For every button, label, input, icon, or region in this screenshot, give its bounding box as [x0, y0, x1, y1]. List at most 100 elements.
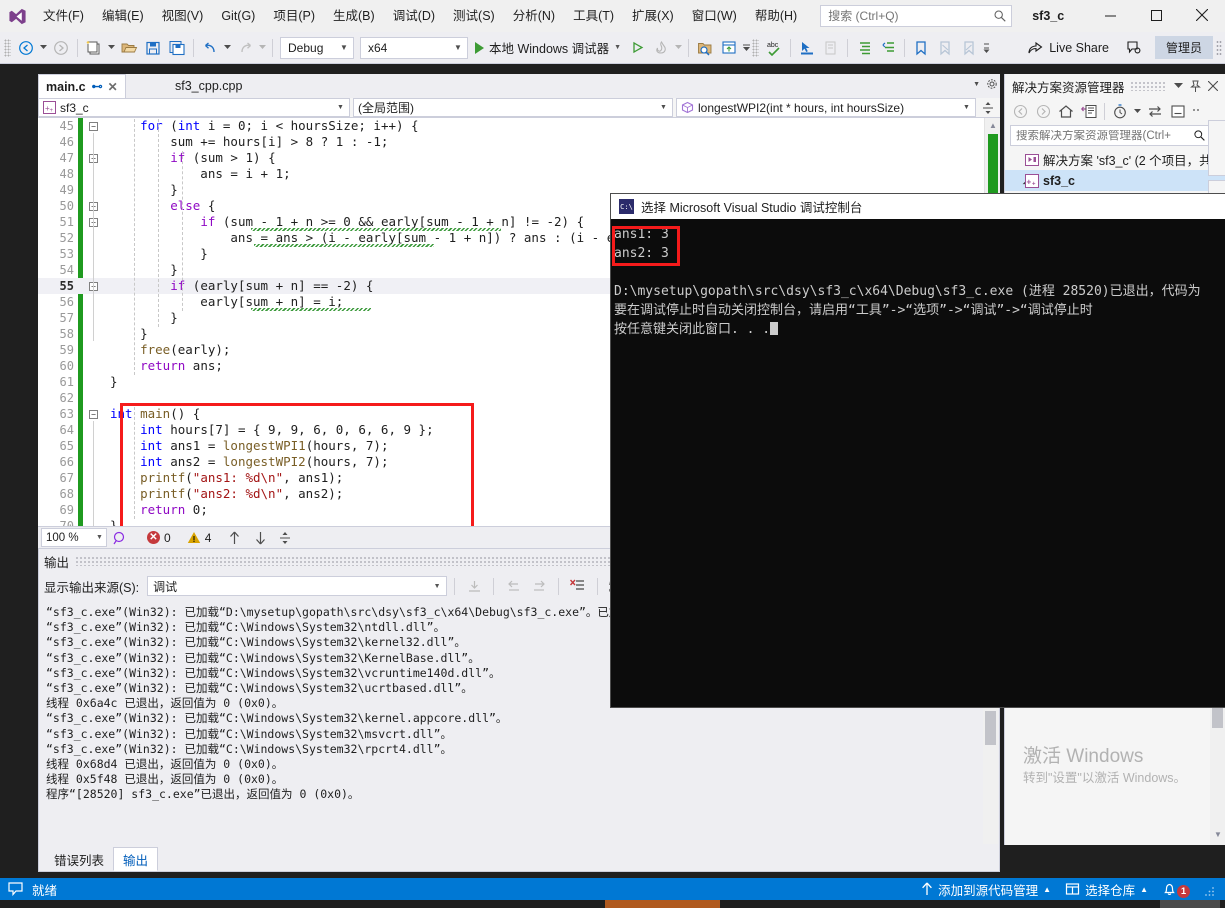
scroll-down-icon[interactable]: ▼ [1214, 830, 1222, 839]
toolbar-grip[interactable] [4, 38, 11, 57]
next-issue-button[interactable] [247, 531, 273, 545]
menu-item-tools[interactable]: 工具(T) [564, 4, 623, 28]
new-project-dropdown[interactable] [106, 45, 117, 50]
solution-explorer-dropdown-button[interactable] [1170, 76, 1187, 96]
solution-search-input[interactable] [1016, 129, 1194, 142]
menu-item-help[interactable]: 帮助(H) [746, 4, 806, 28]
close-button[interactable] [1179, 0, 1225, 30]
solution-explorer-refresh-button[interactable] [1144, 100, 1166, 122]
split-handle[interactable] [279, 531, 291, 545]
save-all-button[interactable] [165, 36, 189, 60]
solution-explorer-row-project[interactable]: ◢ + + sf3_c [1005, 170, 1225, 191]
code-line[interactable]: 47 if (sum > 1) { [38, 150, 1000, 166]
start-debugging-button[interactable]: 本地 Windows 调试器 ▼ [471, 36, 625, 60]
redo-button[interactable] [233, 36, 257, 60]
previous-issue-button[interactable] [221, 531, 247, 545]
previous-bookmark-button[interactable] [933, 36, 957, 60]
menu-item-edit[interactable]: 编辑(E) [93, 4, 153, 28]
menu-item-build[interactable]: 生成(B) [324, 4, 384, 28]
decrease-indent-button[interactable] [876, 36, 900, 60]
navigate-back-button[interactable] [14, 36, 38, 60]
attach-process-button[interactable] [625, 36, 649, 60]
error-count-indicator[interactable]: ✕ 0 [147, 531, 171, 545]
search-input[interactable] [828, 9, 994, 23]
window-layout-button[interactable] [717, 36, 741, 60]
solution-explorer-home-button[interactable] [1055, 100, 1077, 122]
maximize-button[interactable] [1133, 0, 1179, 30]
solution-explorer-close-button[interactable] [1204, 76, 1221, 96]
toolbar-overflow-grip[interactable] [1216, 39, 1222, 56]
chevron-down-icon[interactable]: ▼ [973, 81, 980, 88]
solution-configuration-combo[interactable]: Debug ▼ [280, 36, 354, 59]
project-selector-combo[interactable]: + + sf3_c ▼ [38, 98, 350, 117]
member-selector-combo[interactable]: longestWPI2(int * hours, int hoursSize) … [676, 98, 976, 117]
editor-tab-main-c[interactable]: main.c ⊷ ✕ [38, 74, 126, 98]
hot-reload-dropdown[interactable] [673, 45, 684, 50]
editor-tab-sf3-cpp[interactable]: sf3_cpp.cpp [168, 74, 250, 98]
split-editor-button[interactable] [979, 101, 997, 115]
add-to-source-control-button[interactable]: 添加到源代码管理 ▲ [921, 880, 1051, 899]
menu-item-analyze[interactable]: 分析(N) [504, 4, 564, 28]
navigate-back-dropdown[interactable] [38, 45, 49, 50]
scope-selector-combo[interactable]: (全局范围) ▼ [353, 98, 673, 117]
increase-indent-button[interactable] [852, 36, 876, 60]
window-layout-dropdown[interactable] [741, 43, 752, 52]
toggle-bookmark-button[interactable] [909, 36, 933, 60]
dock-tab-error-list[interactable]: 错误列表 [45, 847, 113, 871]
output-source-combo[interactable]: 调试 ▼ [147, 576, 448, 596]
code-line[interactable]: 48 ans = i + 1; [38, 166, 1000, 182]
solution-explorer-search-box[interactable]: ▼ [1010, 125, 1220, 146]
taskbar-item[interactable] [1160, 900, 1220, 908]
menu-item-view[interactable]: 视图(V) [153, 4, 213, 28]
code-line[interactable]: 46 sum += hours[i] > 8 ? 1 : -1; [38, 134, 1000, 150]
scrollbar-thumb[interactable] [985, 711, 996, 745]
notifications-button[interactable]: 1 [1162, 880, 1190, 898]
select-pointer-button[interactable] [795, 36, 819, 60]
clear-all-button[interactable] [566, 575, 590, 597]
pending-changes-dropdown[interactable] [1132, 100, 1143, 122]
quick-search-box[interactable] [820, 5, 1013, 27]
solution-platform-combo[interactable]: x64 ▼ [360, 36, 468, 59]
solution-explorer-overflow-button[interactable] [1190, 100, 1204, 122]
live-share-button[interactable]: Live Share [1021, 36, 1115, 60]
dock-tab-output[interactable]: 输出 [113, 847, 159, 871]
scrollbar-thumb[interactable] [988, 134, 998, 200]
expand-twisty-icon[interactable]: ◢ [1011, 176, 1029, 185]
scroll-up-icon[interactable]: ▲ [985, 118, 1000, 132]
menu-item-test[interactable]: 测试(S) [444, 4, 504, 28]
menu-item-debug[interactable]: 调试(D) [384, 4, 444, 28]
solution-explorer-scrollbar[interactable]: ▼ [1210, 690, 1225, 845]
menu-item-file[interactable]: 文件(F) [34, 4, 93, 28]
menu-item-window[interactable]: 窗口(W) [683, 4, 746, 28]
redo-dropdown[interactable] [257, 45, 268, 50]
console-title-bar[interactable]: C:\ 选择 Microsoft Visual Studio 调试控制台 [611, 194, 1225, 219]
save-button[interactable] [141, 36, 165, 60]
gear-icon[interactable] [986, 78, 998, 90]
solution-explorer-back-button[interactable] [1009, 100, 1031, 122]
comment-button[interactable] [819, 36, 843, 60]
debug-console-window[interactable]: C:\ 选择 Microsoft Visual Studio 调试控制台 ans… [611, 194, 1225, 707]
zoom-level-combo[interactable]: 100 % ▼ [41, 528, 107, 547]
resize-grip-icon[interactable] [1204, 881, 1215, 897]
go-to-message-button[interactable] [462, 575, 486, 597]
bookmark-overflow[interactable] [981, 43, 992, 53]
menu-item-project[interactable]: 项目(P) [264, 4, 324, 28]
spell-check-button[interactable]: abc [762, 36, 786, 60]
solution-explorer-forward-button[interactable] [1032, 100, 1054, 122]
folder-search-button[interactable] [693, 36, 717, 60]
next-bookmark-button[interactable] [957, 36, 981, 60]
warning-count-indicator[interactable]: 4 [187, 531, 211, 545]
new-project-button[interactable] [82, 36, 106, 60]
solution-explorer-row-solution[interactable]: 解决方案 'sf3_c' (2 个项目，共 [1005, 149, 1225, 170]
menu-item-extensions[interactable]: 扩展(X) [623, 4, 683, 28]
panel-drag-dots[interactable] [1129, 81, 1165, 91]
minimize-button[interactable] [1087, 0, 1133, 30]
rail-tab-properties[interactable] [1208, 120, 1225, 176]
solution-explorer-pin-button[interactable] [1187, 76, 1204, 96]
close-icon[interactable]: ✕ [108, 80, 118, 94]
select-repository-button[interactable]: 选择仓库 ▲ [1065, 880, 1148, 899]
navigate-forward-button[interactable] [49, 36, 73, 60]
hot-reload-button[interactable] [649, 36, 673, 60]
pending-changes-filter-button[interactable] [1109, 100, 1131, 122]
sync-with-active-document-button[interactable] [1078, 100, 1100, 122]
